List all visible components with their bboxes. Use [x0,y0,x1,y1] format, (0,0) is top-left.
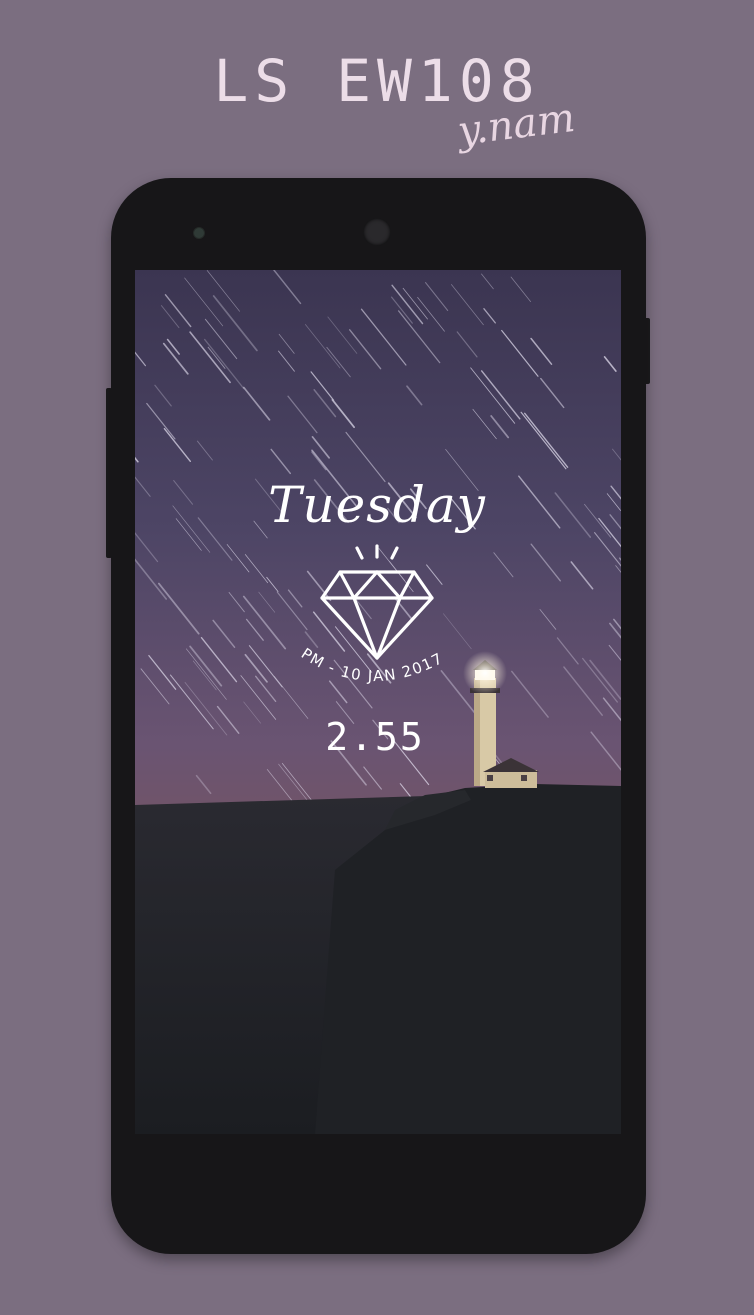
front-camera [363,218,391,246]
proximity-sensor [193,227,205,239]
app-title: LS EW108 [213,47,541,115]
clock-time: 2.55 [325,715,425,759]
lockscreen[interactable] [135,270,621,1134]
night-lighthouse-wallpaper [135,270,621,1134]
author-signature: y.nam [455,94,578,155]
date-arc: PM - 10 JAN 2017 [298,644,447,685]
date-text: PM - 10 JAN 2017 [298,644,445,685]
day-label: Tuesday [268,476,486,534]
svg-text:PM - 10 JAN 2017: PM - 10 JAN 2017 [298,644,447,685]
